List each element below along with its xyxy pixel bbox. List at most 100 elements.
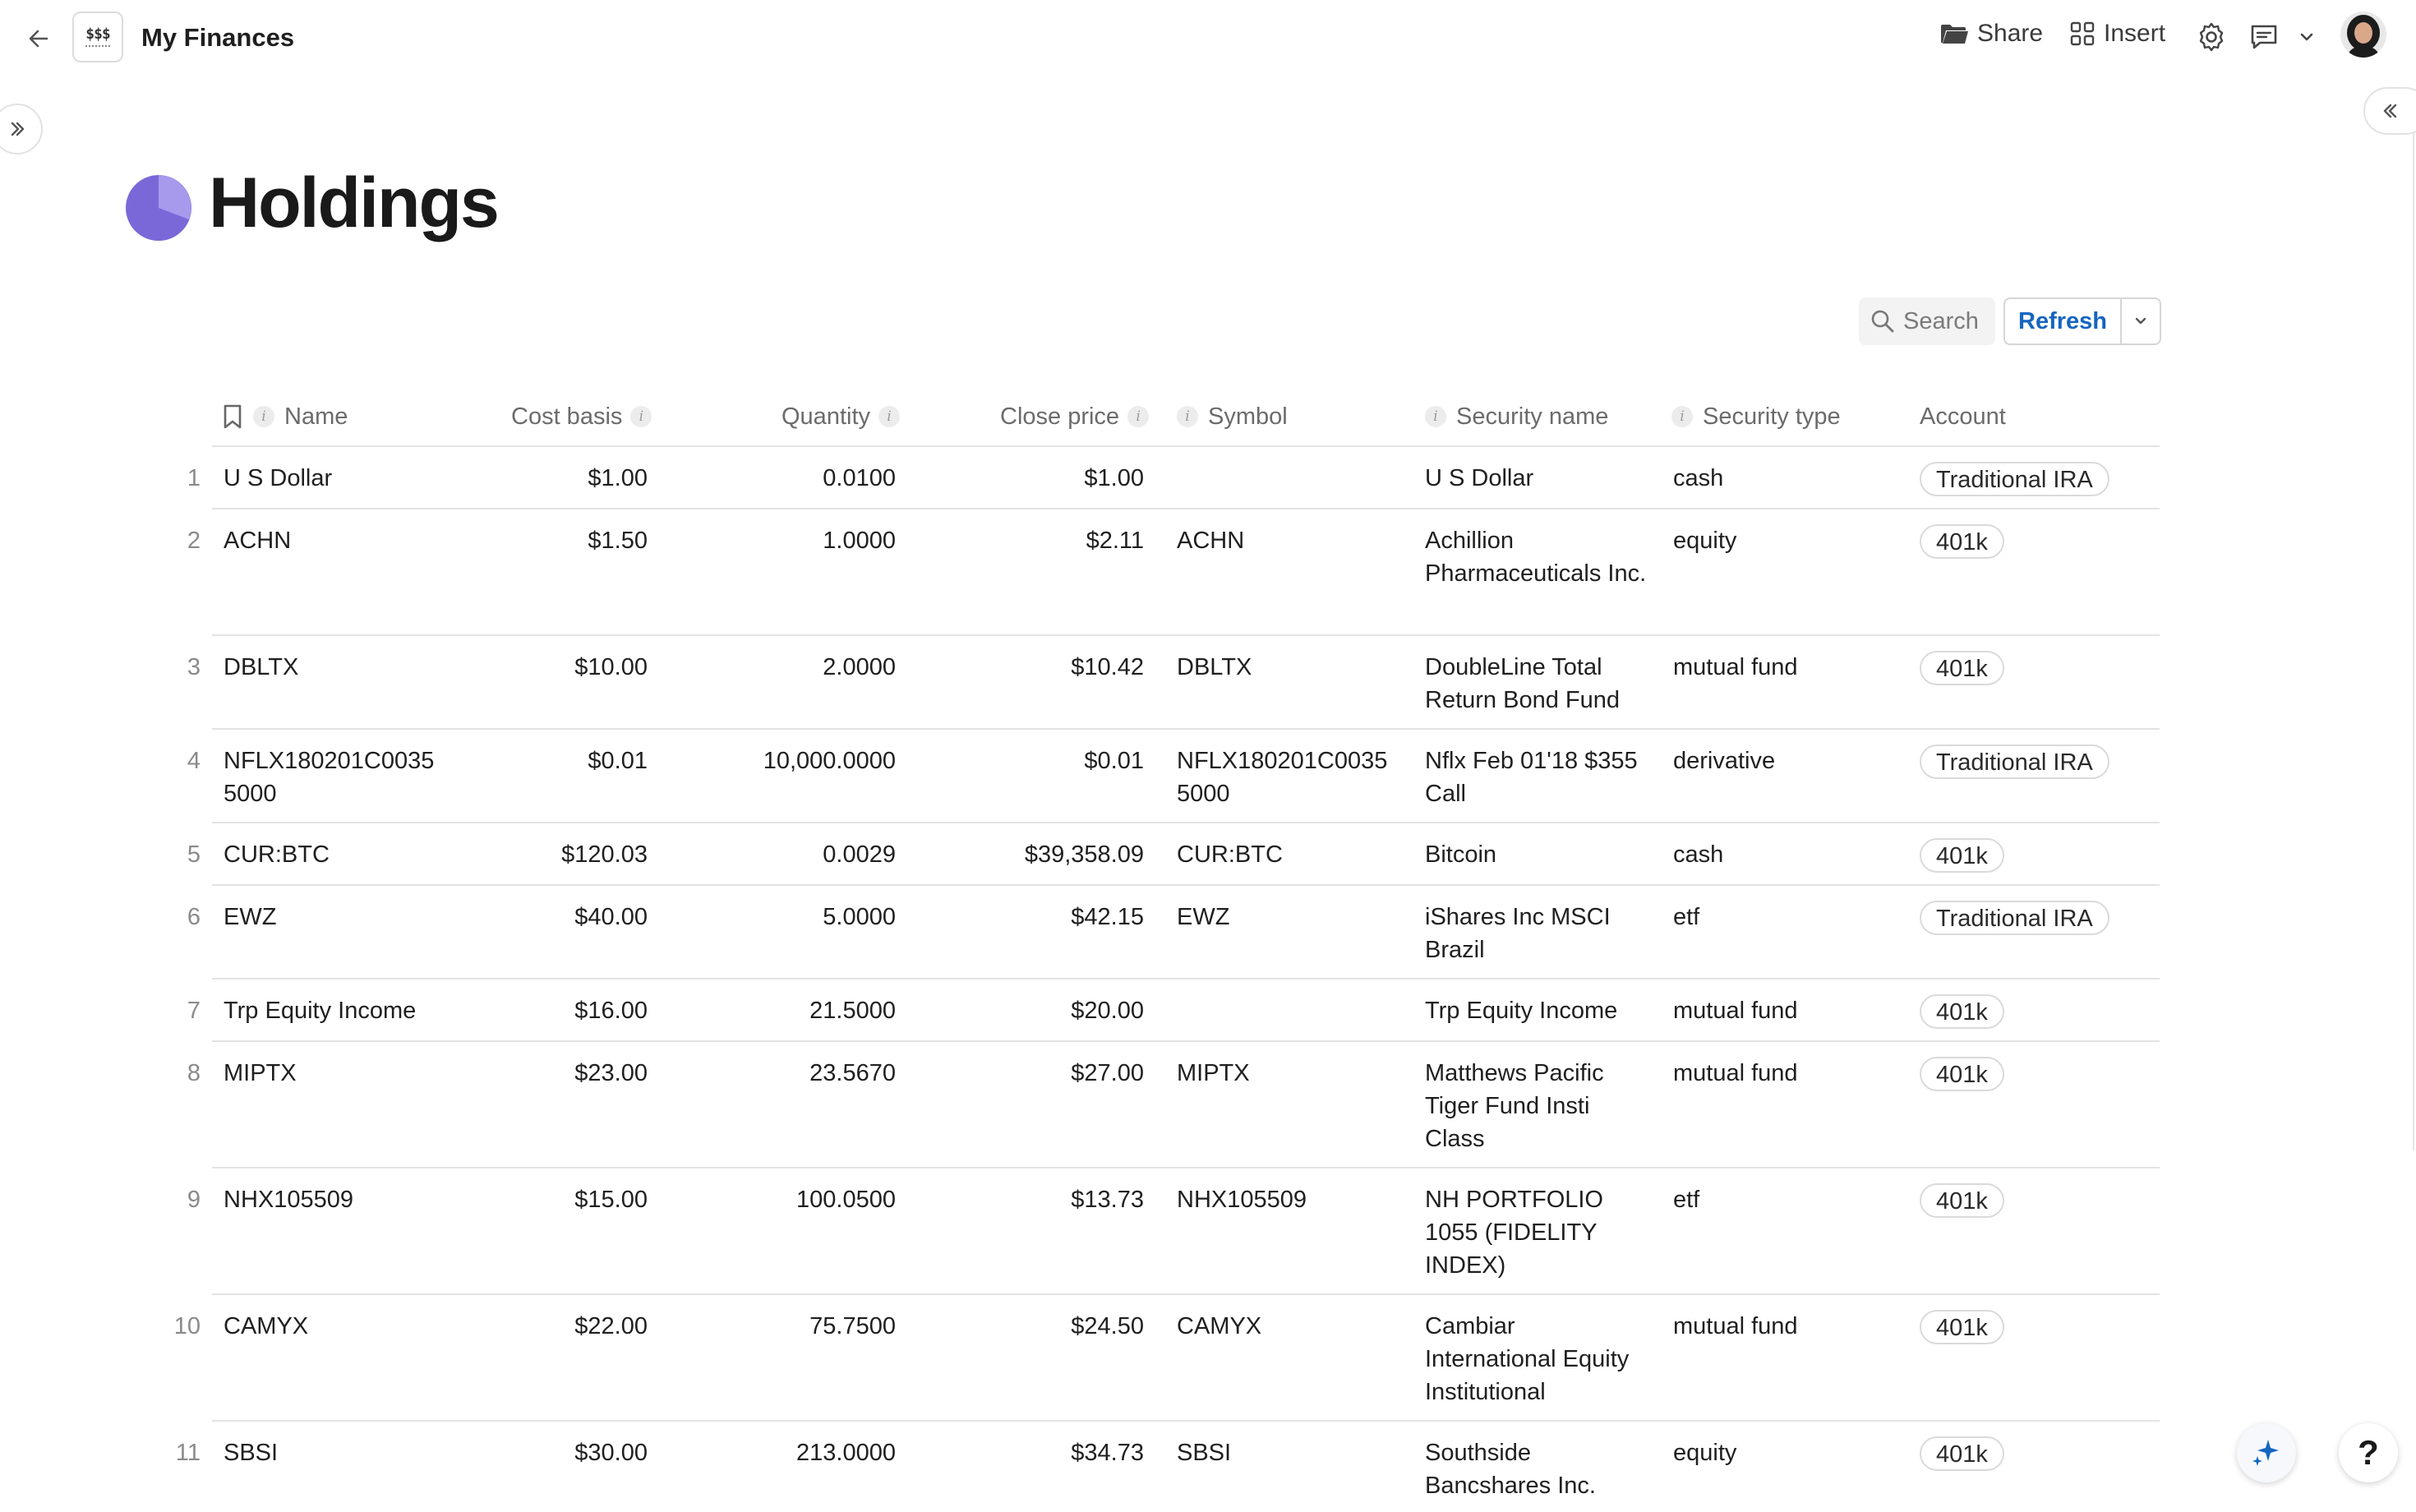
cell-symbol[interactable]: CUR:BTC xyxy=(1177,838,1409,871)
cell-account[interactable]: 401k xyxy=(1920,651,2004,685)
cell-security-type[interactable]: equity xyxy=(1673,524,1903,557)
cell-cost-basis[interactable]: $16.00 xyxy=(485,994,648,1027)
cell-quantity[interactable]: 75.7500 xyxy=(699,1310,896,1343)
refresh-button[interactable]: Refresh xyxy=(2005,299,2122,343)
cell-symbol[interactable]: ACHN xyxy=(1177,524,1409,557)
cell-cost-basis[interactable]: $1.00 xyxy=(485,462,648,495)
avatar[interactable] xyxy=(2340,12,2386,58)
cell-account[interactable]: Traditional IRA xyxy=(1920,901,2109,935)
cell-cost-basis[interactable]: $0.01 xyxy=(485,744,648,777)
cell-account[interactable]: 401k xyxy=(1920,524,2004,559)
cell-symbol[interactable]: CAMYX xyxy=(1177,1310,1409,1343)
cell-close-price[interactable]: $39,358.09 xyxy=(945,838,1144,871)
cell-quantity[interactable]: 10,000.0000 xyxy=(699,744,896,777)
col-account-header[interactable]: Account xyxy=(1920,403,2006,431)
cell-close-price[interactable]: $1.00 xyxy=(945,462,1144,495)
cell-security-name[interactable]: Nflx Feb 01'18 $355 Call xyxy=(1425,744,1655,810)
cell-name[interactable]: EWZ xyxy=(224,901,462,933)
cell-security-name[interactable]: Bitcoin xyxy=(1425,838,1655,871)
cell-name[interactable]: ACHN xyxy=(224,524,462,557)
search-button[interactable]: Search xyxy=(1859,297,1995,345)
cell-security-name[interactable]: iShares Inc MSCI Brazil xyxy=(1425,901,1630,966)
cell-security-type[interactable]: derivative xyxy=(1673,744,1903,777)
cell-symbol[interactable]: DBLTX xyxy=(1177,651,1409,684)
cell-security-type[interactable]: mutual fund xyxy=(1673,994,1903,1027)
table-row[interactable]: 7 Trp Equity Income $16.00 21.5000 $20.0… xyxy=(0,980,2416,1040)
col-security-name-header[interactable]: i Security name xyxy=(1425,403,1608,431)
cell-close-price[interactable]: $13.73 xyxy=(945,1183,1144,1216)
cell-quantity[interactable]: 0.0100 xyxy=(699,462,896,495)
cell-security-name[interactable]: NH PORTFOLIO 1055 (FIDELITY INDEX) xyxy=(1425,1183,1614,1282)
cell-account[interactable]: 401k xyxy=(1920,1310,2004,1344)
cell-name[interactable]: NFLX180201C00355000 xyxy=(224,744,445,810)
doc-icon[interactable]: $$$ xyxy=(72,12,123,62)
cell-security-type[interactable]: mutual fund xyxy=(1673,1310,1903,1343)
cell-close-price[interactable]: $20.00 xyxy=(945,994,1144,1027)
refresh-options-button[interactable] xyxy=(2122,299,2160,343)
cell-quantity[interactable]: 1.0000 xyxy=(699,524,896,557)
cell-quantity[interactable]: 21.5000 xyxy=(699,994,896,1027)
cell-security-type[interactable]: mutual fund xyxy=(1673,1057,1903,1090)
cell-close-price[interactable]: $24.50 xyxy=(945,1310,1144,1343)
cell-symbol[interactable]: SBSI xyxy=(1177,1436,1409,1469)
cell-security-type[interactable]: etf xyxy=(1673,901,1903,933)
cell-close-price[interactable]: $27.00 xyxy=(945,1057,1144,1090)
cell-cost-basis[interactable]: $120.03 xyxy=(485,838,648,871)
cell-security-name[interactable]: U S Dollar xyxy=(1425,462,1655,495)
cell-security-type[interactable]: cash xyxy=(1673,838,1903,871)
cell-security-name[interactable]: DoubleLine Total Return Bond Fund xyxy=(1425,651,1655,717)
cell-account[interactable]: 401k xyxy=(1920,1057,2004,1091)
table-row[interactable]: 2 ACHN $1.50 1.0000 $2.11 ACHN Achillion… xyxy=(0,509,2416,634)
share-button[interactable]: Share xyxy=(1939,20,2043,48)
back-button[interactable] xyxy=(18,18,59,59)
cell-cost-basis[interactable]: $30.00 xyxy=(485,1436,648,1469)
cell-cost-basis[interactable]: $40.00 xyxy=(485,901,648,933)
cell-name[interactable]: MIPTX xyxy=(224,1057,462,1090)
collapse-right-panel-button[interactable] xyxy=(2363,87,2416,135)
col-security-type-header[interactable]: i Security type xyxy=(1671,403,1841,431)
col-close-price-header[interactable]: Close price i xyxy=(1000,403,1150,431)
cell-quantity[interactable]: 0.0029 xyxy=(699,838,896,871)
cell-close-price[interactable]: $34.73 xyxy=(945,1436,1144,1469)
cell-name[interactable]: NHX105509 xyxy=(224,1183,462,1216)
cell-quantity[interactable]: 2.0000 xyxy=(699,651,896,684)
cell-symbol[interactable]: NHX105509 xyxy=(1177,1183,1409,1216)
cell-security-type[interactable]: mutual fund xyxy=(1673,651,1903,684)
cell-name[interactable]: Trp Equity Income xyxy=(224,994,462,1027)
table-row[interactable]: 8 MIPTX $23.00 23.5670 $27.00 MIPTX Matt… xyxy=(0,1042,2416,1167)
cell-close-price[interactable]: $42.15 xyxy=(945,901,1144,933)
table-row[interactable]: 11 SBSI $30.00 213.0000 $34.73 SBSI Sout… xyxy=(0,1422,2416,1512)
cell-security-name[interactable]: Trp Equity Income xyxy=(1425,994,1655,1027)
cell-account[interactable]: Traditional IRA xyxy=(1920,744,2109,779)
bookmark-column-button[interactable] xyxy=(222,403,243,431)
table-row[interactable]: 3 DBLTX $10.00 2.0000 $10.42 DBLTX Doubl… xyxy=(0,636,2416,728)
cell-cost-basis[interactable]: $1.50 xyxy=(485,524,648,557)
expand-left-panel-button[interactable] xyxy=(0,104,43,154)
ai-assistant-button[interactable] xyxy=(2237,1423,2296,1482)
table-row[interactable]: 1 U S Dollar $1.00 0.0100 $1.00 U S Doll… xyxy=(0,447,2416,508)
cell-close-price[interactable]: $2.11 xyxy=(945,524,1144,557)
cell-symbol[interactable]: MIPTX xyxy=(1177,1057,1409,1090)
cell-symbol[interactable]: EWZ xyxy=(1177,901,1409,933)
cell-name[interactable]: U S Dollar xyxy=(224,462,462,495)
cell-account[interactable]: Traditional IRA xyxy=(1920,462,2109,496)
comments-button[interactable] xyxy=(2248,21,2280,53)
help-button[interactable]: ? xyxy=(2339,1423,2398,1482)
doc-title[interactable]: My Finances xyxy=(141,23,294,53)
cell-security-name[interactable]: Cambiar International Equity Institution… xyxy=(1425,1310,1647,1408)
cell-security-type[interactable]: etf xyxy=(1673,1183,1903,1216)
cell-account[interactable]: 401k xyxy=(1920,1183,2004,1218)
col-cost-basis-header[interactable]: Cost basis i xyxy=(511,403,652,431)
col-symbol-header[interactable]: i Symbol xyxy=(1177,403,1288,431)
table-row[interactable]: 9 NHX105509 $15.00 100.0500 $13.73 NHX10… xyxy=(0,1169,2416,1293)
table-row[interactable]: 4 NFLX180201C00355000 $0.01 10,000.0000 … xyxy=(0,730,2416,822)
cell-quantity[interactable]: 23.5670 xyxy=(699,1057,896,1090)
cell-security-name[interactable]: Southside Bancshares Inc. xyxy=(1425,1436,1630,1502)
cell-security-type[interactable]: cash xyxy=(1673,462,1903,495)
table-row[interactable]: 10 CAMYX $22.00 75.7500 $24.50 CAMYX Cam… xyxy=(0,1295,2416,1420)
cell-cost-basis[interactable]: $22.00 xyxy=(485,1310,648,1343)
comments-menu-button[interactable] xyxy=(2298,28,2316,46)
table-row[interactable]: 5 CUR:BTC $120.03 0.0029 $39,358.09 CUR:… xyxy=(0,823,2416,884)
cell-quantity[interactable]: 100.0500 xyxy=(699,1183,896,1216)
cell-security-name[interactable]: Achillion Pharmaceuticals Inc. xyxy=(1425,524,1655,590)
